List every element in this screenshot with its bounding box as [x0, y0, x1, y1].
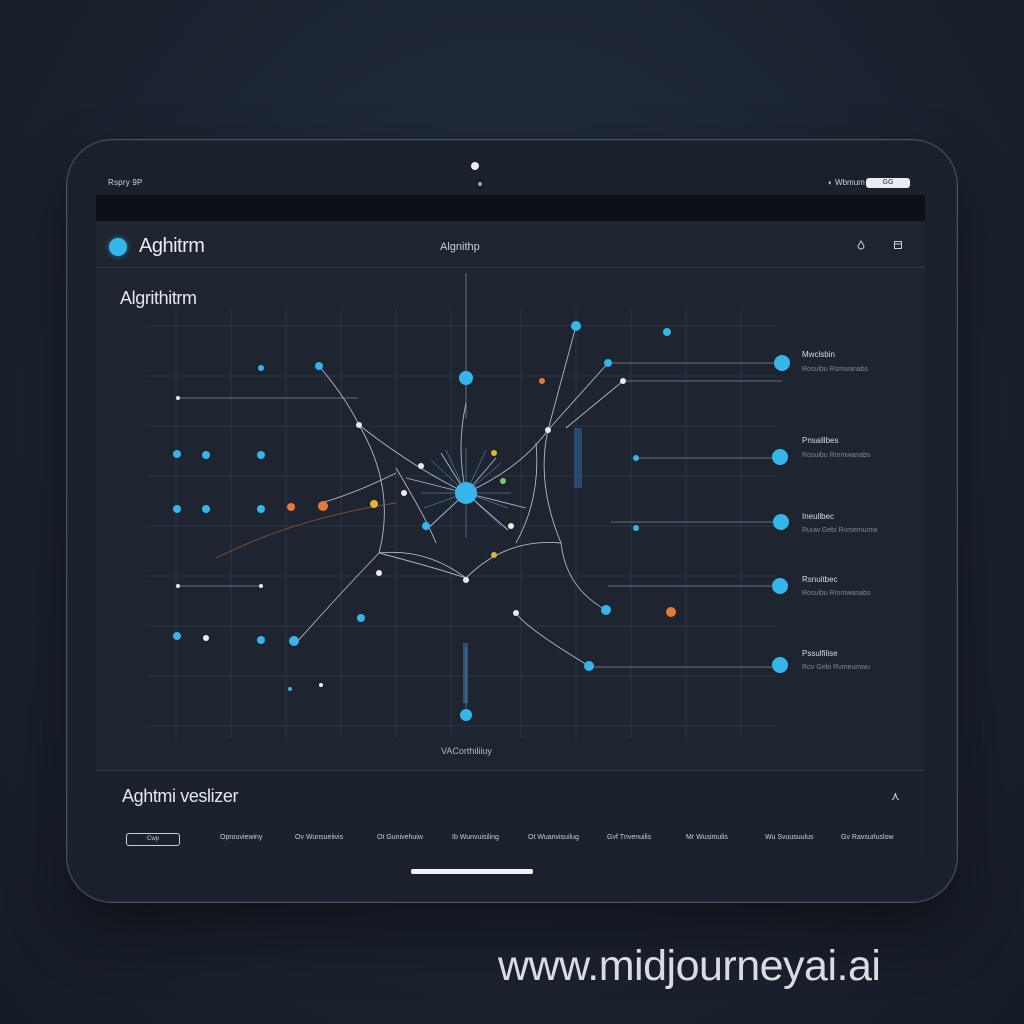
web-strands	[215, 325, 624, 667]
node	[620, 378, 626, 384]
node-top	[459, 371, 473, 385]
legend-label-1: Mwclsbin	[802, 350, 835, 359]
node	[315, 362, 323, 370]
node	[571, 321, 581, 331]
node	[376, 570, 382, 576]
node	[257, 636, 265, 644]
legend-label-5: Pssulfilise	[802, 649, 838, 658]
node	[287, 503, 295, 511]
tab-8[interactable]: Wu Svuusuulus	[765, 834, 814, 841]
legend-label-2: Pnsaillbes	[802, 436, 839, 445]
node	[418, 463, 424, 469]
tab-4[interactable]: Ib Wunvuisiling	[452, 834, 499, 841]
node	[202, 505, 210, 513]
app-title: Aghitrm	[139, 235, 205, 257]
node	[491, 450, 497, 456]
node	[633, 525, 639, 531]
node	[357, 614, 365, 622]
legend-label-4: Rsnuitbec	[802, 575, 838, 584]
tab-6[interactable]: Gvf Tnvenuilis	[607, 834, 651, 841]
graph-nodes	[173, 321, 676, 721]
drop-icon[interactable]	[856, 240, 866, 250]
watermark: www.midjourneyai.ai	[498, 942, 881, 990]
node	[633, 455, 639, 461]
node	[491, 552, 497, 558]
node	[176, 396, 180, 400]
legend-label-3: Ineullbec	[802, 512, 835, 521]
page-title: Algnithp	[440, 241, 480, 253]
node	[370, 500, 378, 508]
node	[356, 422, 362, 428]
battery-pill: GG	[866, 178, 910, 188]
tab-active[interactable]: Cwp	[126, 833, 180, 846]
node-bottom	[460, 709, 472, 721]
tab-5[interactable]: Ot Wuanvisuilug	[528, 834, 579, 841]
node	[289, 636, 299, 646]
grid	[146, 308, 776, 738]
node	[318, 501, 328, 511]
tab-1[interactable]: Oprouviewiny	[220, 834, 262, 841]
legend-sub-1: Rosuibu Rsmwanabs	[802, 366, 869, 373]
node	[666, 607, 676, 617]
node	[463, 577, 469, 583]
network-graph[interactable]	[96, 268, 925, 770]
square-icon[interactable]	[893, 240, 903, 250]
tab-9[interactable]: Gv Ravsurluslow	[841, 834, 894, 841]
top-bar	[96, 195, 925, 221]
app-logo-icon[interactable]	[109, 238, 127, 256]
legend-sub-5: Rov Gebi Rvmeumwu	[802, 664, 871, 671]
app-header: Aghitrm Algnithp	[96, 221, 925, 268]
node	[584, 661, 594, 671]
node	[539, 378, 545, 384]
status-left: Rspry 9P	[108, 178, 143, 187]
tab-2[interactable]: Ov Wunsueiivis	[295, 834, 343, 841]
graph-canvas[interactable]: Algrithitrm Mwclsbin Rosuibu Rsmwanabs P…	[96, 268, 925, 770]
node	[259, 584, 263, 588]
node	[513, 610, 519, 616]
node	[288, 687, 292, 691]
sensor-dot	[478, 182, 482, 186]
node	[508, 523, 514, 529]
node	[257, 451, 265, 459]
node	[202, 451, 210, 459]
connector-lines	[178, 273, 782, 708]
node	[601, 605, 611, 615]
node	[203, 635, 209, 641]
node	[173, 450, 181, 458]
node	[173, 632, 181, 640]
node	[257, 505, 265, 513]
tab-7[interactable]: Mr Wusimulis	[686, 834, 728, 841]
app-screen: Aghitrm Algnithp Algrithitrm Mwclsbin Ro…	[96, 195, 925, 862]
viz-caption: VACorthiliiuy	[441, 746, 492, 756]
node	[663, 328, 671, 336]
home-indicator[interactable]	[411, 869, 533, 874]
node	[319, 683, 323, 687]
bottom-title: Aghtmi veslizer	[122, 786, 239, 806]
node	[176, 584, 180, 588]
node	[545, 427, 551, 433]
status-right: ◐ Wbmum	[828, 178, 865, 187]
chevron-up-icon[interactable]: ⋏	[891, 789, 900, 803]
tab-3[interactable]: Ot Gunivehuiw	[377, 834, 423, 841]
legend-sub-4: Rosuibu Rmmwanabs	[802, 590, 871, 597]
node	[173, 505, 181, 513]
node	[401, 490, 407, 496]
legend-sub-3: Ruuw Gebi Rvmemumw	[802, 527, 878, 534]
node	[258, 365, 264, 371]
node	[500, 478, 506, 484]
node	[422, 522, 430, 530]
node	[604, 359, 612, 367]
bottom-panel: Aghtmi veslizer ⋏ Cwp Oprouviewiny Ov Wu…	[96, 770, 925, 862]
node-center	[455, 482, 477, 504]
camera-dot	[471, 162, 479, 170]
legend-nodes	[772, 355, 790, 673]
legend-sub-2: Rosuibu Rmmwanabs	[802, 452, 871, 459]
